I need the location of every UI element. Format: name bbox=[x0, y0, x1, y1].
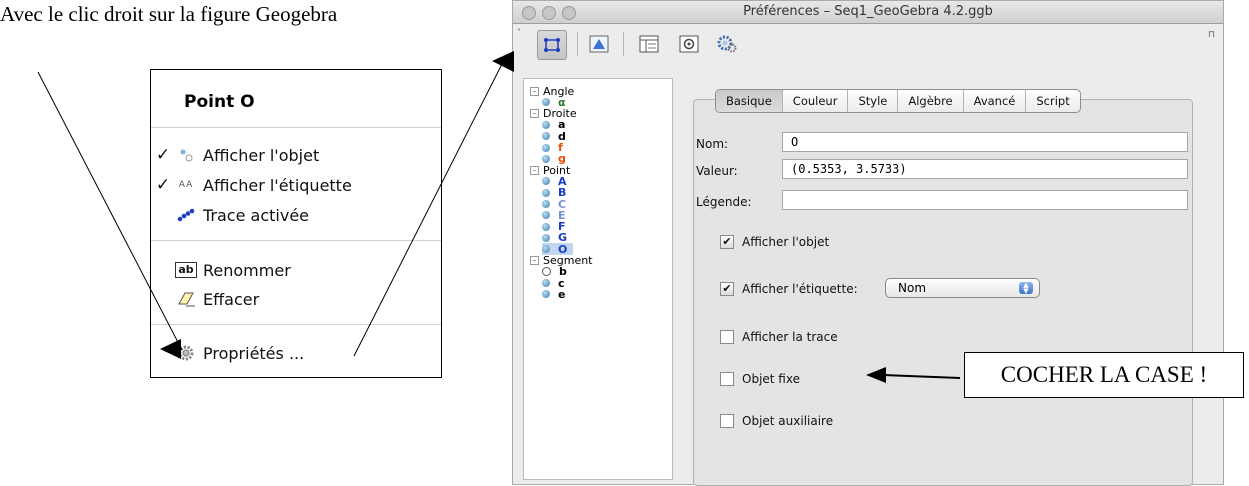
label-mode-select[interactable]: Nom ▲ ▼ bbox=[885, 278, 1040, 298]
toolbar: ˅ ⊓ bbox=[513, 24, 1223, 64]
eraser-icon bbox=[175, 291, 197, 307]
window-title: Préférences – Seq1_GeoGebra 4.2.ggb bbox=[743, 4, 993, 19]
auxiliary-object-checkbox[interactable] bbox=[720, 414, 734, 428]
checkbox-label: Objet fixe bbox=[742, 372, 800, 386]
valeur-label: Valeur: bbox=[696, 164, 738, 178]
tree-group[interactable]: – Angle bbox=[530, 85, 574, 98]
visible-object-icon[interactable] bbox=[542, 154, 550, 163]
checkbox-label: Afficher la trace bbox=[742, 330, 838, 344]
tree-group[interactable]: – Droite bbox=[530, 107, 577, 120]
visible-object-icon[interactable] bbox=[542, 188, 550, 197]
nom-field[interactable]: O bbox=[782, 132, 1188, 152]
rename-icon: ab bbox=[175, 262, 197, 278]
advanced-prefs-gear-icon[interactable] bbox=[713, 30, 741, 58]
visible-object-icon[interactable] bbox=[542, 143, 550, 152]
menu-item-label: Afficher l'étiquette bbox=[203, 175, 352, 195]
menu-item-label: Trace activée bbox=[203, 205, 310, 225]
visible-object-icon[interactable] bbox=[542, 233, 550, 242]
trace-icon bbox=[175, 208, 197, 222]
properties-tabs: Basique Couleur Style Algèbre Avancé Scr… bbox=[715, 89, 1081, 113]
checkbox-label: Afficher l'étiquette: bbox=[742, 282, 858, 296]
graphics-prefs-button[interactable] bbox=[585, 30, 613, 58]
show-object-icon bbox=[175, 148, 197, 162]
valeur-field[interactable]: (0.5353, 3.5733) bbox=[782, 159, 1188, 179]
checkbox-label: Afficher l'objet bbox=[742, 235, 830, 249]
toolbar-overflow-icon: ˅ bbox=[517, 28, 521, 37]
auxiliary-object-checkbox-row[interactable]: Objet auxiliaire bbox=[720, 414, 833, 428]
menu-item-trace[interactable]: Trace activée bbox=[151, 202, 309, 228]
menu-item-label: Propriétés ... bbox=[203, 343, 305, 363]
visible-object-icon[interactable] bbox=[542, 290, 550, 299]
tab-basique[interactable]: Basique bbox=[716, 90, 783, 112]
checkmark-icon: ✓ bbox=[155, 175, 171, 195]
show-trace-checkbox-row[interactable]: Afficher la trace bbox=[720, 330, 838, 344]
object-tree: – Angle α – Droite a d f g – Point A B C E F G O – Segment b… bbox=[523, 78, 673, 480]
hidden-object-icon[interactable] bbox=[542, 267, 551, 277]
visible-object-icon[interactable] bbox=[542, 177, 550, 186]
tab-avance[interactable]: Avancé bbox=[964, 90, 1027, 112]
show-trace-checkbox[interactable] bbox=[720, 330, 734, 344]
legende-field[interactable] bbox=[782, 190, 1188, 210]
instruction-callout: COCHER LA CASE ! bbox=[964, 352, 1244, 398]
label-mode-value: Nom bbox=[898, 281, 927, 295]
legende-label: Légende: bbox=[696, 195, 752, 209]
menu-item-label: Renommer bbox=[203, 260, 291, 280]
menu-item-rename[interactable]: ab Renommer bbox=[151, 257, 291, 283]
visible-object-icon[interactable] bbox=[542, 211, 550, 220]
objects-prefs-button[interactable] bbox=[537, 30, 567, 60]
visible-object-icon[interactable] bbox=[542, 132, 550, 141]
algebra-prefs-button[interactable] bbox=[635, 30, 663, 58]
tree-item[interactable]: e bbox=[542, 287, 566, 301]
collapse-icon[interactable]: – bbox=[530, 86, 539, 96]
menu-item-label: Effacer bbox=[203, 289, 260, 309]
menu-item-show-object[interactable]: ✓ Afficher l'objet bbox=[151, 142, 319, 168]
menu-separator bbox=[151, 324, 441, 325]
window-arrow-head bbox=[492, 51, 514, 72]
visible-object-icon[interactable] bbox=[542, 200, 550, 208]
visible-object-icon[interactable] bbox=[542, 120, 550, 129]
preferences-window: Préférences – Seq1_GeoGebra 4.2.ggb ˅ ⊓ … bbox=[512, 0, 1224, 486]
show-label-checkbox[interactable]: ✔ bbox=[720, 282, 734, 296]
show-label-checkbox-row[interactable]: ✔ Afficher l'étiquette: bbox=[720, 282, 858, 296]
defaults-prefs-button[interactable] bbox=[675, 30, 703, 58]
tab-script[interactable]: Script bbox=[1026, 90, 1079, 112]
nom-label: Nom: bbox=[696, 137, 729, 151]
tab-couleur[interactable]: Couleur bbox=[783, 90, 849, 112]
checkbox-label: Objet auxiliaire bbox=[742, 414, 834, 428]
show-object-checkbox[interactable]: ✔ bbox=[720, 235, 734, 249]
restore-icon[interactable]: ⊓ bbox=[1208, 30, 1215, 40]
menu-item-delete[interactable]: Effacer bbox=[151, 286, 259, 312]
show-object-checkbox-row[interactable]: ✔ Afficher l'objet bbox=[720, 235, 829, 249]
visible-object-icon[interactable] bbox=[542, 279, 550, 288]
fixed-object-checkbox-row[interactable]: Objet fixe bbox=[720, 372, 800, 386]
menu-item-properties[interactable]: Propriétés ... bbox=[151, 340, 304, 366]
instruction-caption: Avec le clic droit sur la figure Geogebr… bbox=[0, 2, 338, 26]
visible-object-icon[interactable] bbox=[542, 98, 550, 107]
collapse-icon[interactable]: – bbox=[530, 256, 539, 265]
context-menu-title: Point O bbox=[184, 92, 255, 112]
menu-separator bbox=[151, 240, 441, 241]
fixed-object-checkbox[interactable] bbox=[720, 372, 734, 386]
visible-object-icon[interactable] bbox=[542, 222, 550, 231]
menu-item-show-label[interactable]: ✓ AA Afficher l'étiquette bbox=[151, 172, 352, 198]
visible-object-icon[interactable] bbox=[542, 245, 550, 254]
tree-item-label: e bbox=[558, 287, 566, 301]
menu-item-label: Afficher l'objet bbox=[203, 145, 320, 165]
select-stepper-icon: ▲ ▼ bbox=[1019, 282, 1033, 295]
context-menu: Point O ✓ Afficher l'objet ✓ AA Afficher… bbox=[150, 69, 442, 378]
checkmark-icon: ✓ bbox=[155, 145, 171, 165]
show-label-icon: AA bbox=[178, 180, 194, 190]
menu-separator bbox=[151, 127, 441, 128]
tab-style[interactable]: Style bbox=[848, 90, 899, 112]
tab-algebre[interactable]: Algèbre bbox=[898, 90, 964, 112]
collapse-icon[interactable]: – bbox=[530, 165, 539, 175]
title-bar: Préférences – Seq1_GeoGebra 4.2.ggb bbox=[513, 1, 1223, 24]
gear-icon bbox=[175, 344, 197, 362]
collapse-icon[interactable]: – bbox=[530, 109, 539, 119]
properties-panel: Basique Couleur Style Algèbre Avancé Scr… bbox=[683, 71, 1203, 486]
